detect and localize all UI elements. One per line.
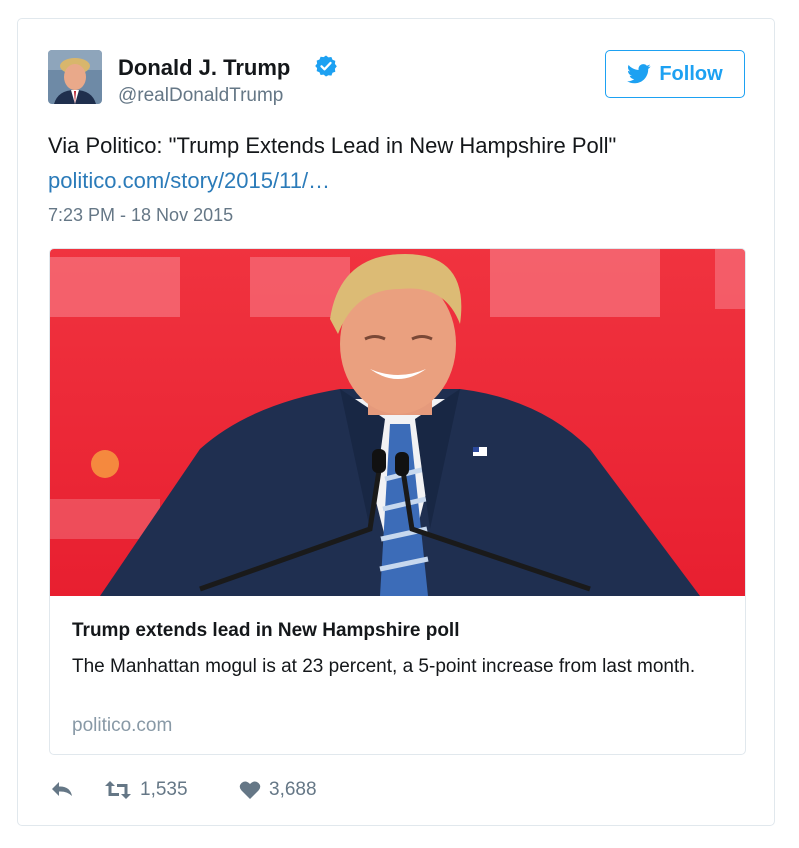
reply-button[interactable]	[50, 779, 74, 799]
retweet-count: 1,535	[140, 779, 188, 800]
tweet-link[interactable]: politico.com/story/2015/11/…	[48, 168, 330, 194]
tweet-card: Donald J. Trump @realDonaldTrump Follow …	[17, 18, 775, 826]
card-image	[50, 249, 745, 596]
twitter-bird-icon	[627, 64, 651, 84]
like-button[interactable]: 3,688	[239, 779, 317, 801]
retweet-icon	[105, 781, 131, 799]
user-handle[interactable]: @realDonaldTrump	[118, 85, 283, 107]
user-name[interactable]: Donald J. Trump	[118, 55, 290, 81]
heart-icon	[239, 781, 261, 799]
follow-label: Follow	[659, 62, 723, 85]
reply-icon	[52, 782, 72, 796]
link-preview-card[interactable]: Trump extends lead in New Hampshire poll…	[49, 248, 746, 755]
card-description: The Manhattan mogul is at 23 percent, a …	[72, 656, 696, 677]
verified-badge-icon	[315, 55, 337, 77]
tweet-text: Via Politico: "Trump Extends Lead in New…	[48, 133, 617, 158]
card-domain: politico.com	[72, 715, 173, 736]
tweet-timestamp[interactable]: 7:23 PM - 18 Nov 2015	[48, 205, 233, 226]
card-title: Trump extends lead in New Hampshire poll	[72, 620, 460, 641]
like-count: 3,688	[269, 779, 317, 800]
follow-button[interactable]: Follow	[605, 50, 745, 98]
retweet-button[interactable]: 1,535	[104, 779, 188, 801]
avatar[interactable]	[48, 50, 102, 104]
avatar-photo	[48, 50, 102, 104]
